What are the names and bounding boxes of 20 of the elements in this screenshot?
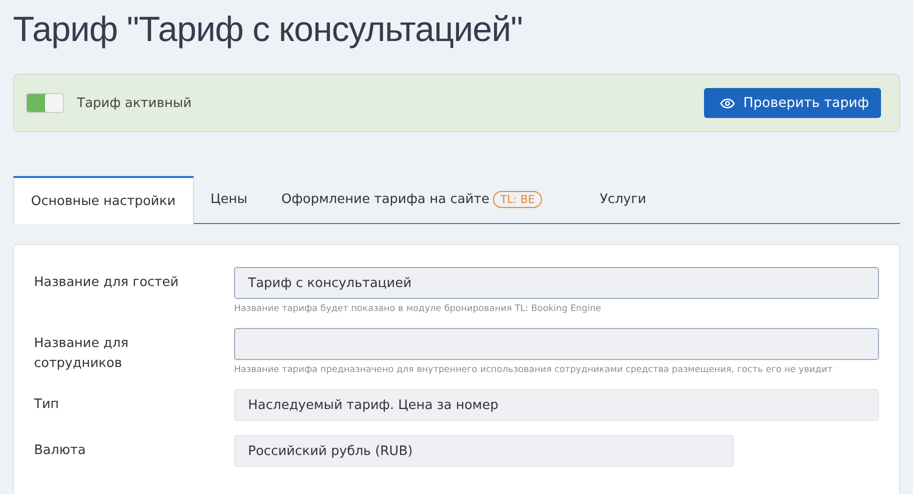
page-title: Тариф "Тариф с консультацией" [13, 9, 524, 51]
tab-badge: TL: BE [493, 191, 542, 208]
active-toggle[interactable] [26, 93, 64, 113]
field-label: Валюта [34, 442, 87, 460]
tab[interactable]: Оформление тарифа на сайте TL: BE [264, 176, 583, 223]
eye-icon [720, 98, 736, 108]
tab[interactable]: Услуги [582, 176, 664, 223]
field-hint: Название тарифа предназначено для внутреннего использования сотрудниками средства размещения, гость его не увидит [234, 365, 834, 375]
readonly-field[interactable]: Наследуемый тариф. Цена за номер [234, 389, 879, 421]
field-hint: Название тарифа будет показано в модуле бронирования TL: Booking Engine [234, 304, 602, 314]
input-field[interactable] [234, 328, 879, 360]
input-field[interactable]: Тариф с консультацией [234, 267, 879, 299]
tab[interactable]: Цены [194, 176, 264, 223]
readonly-field[interactable]: Российский рубль (RUB) [234, 435, 734, 467]
field-label: Название для сотрудников [34, 335, 130, 373]
field-label: Название для гостей [34, 274, 180, 292]
tab[interactable]: Основные настройки [13, 176, 194, 224]
toggle-label: Тариф активный [77, 96, 192, 110]
check-tariff-button[interactable]: Проверить тариф [704, 88, 881, 118]
field-label: Тип [34, 396, 60, 414]
